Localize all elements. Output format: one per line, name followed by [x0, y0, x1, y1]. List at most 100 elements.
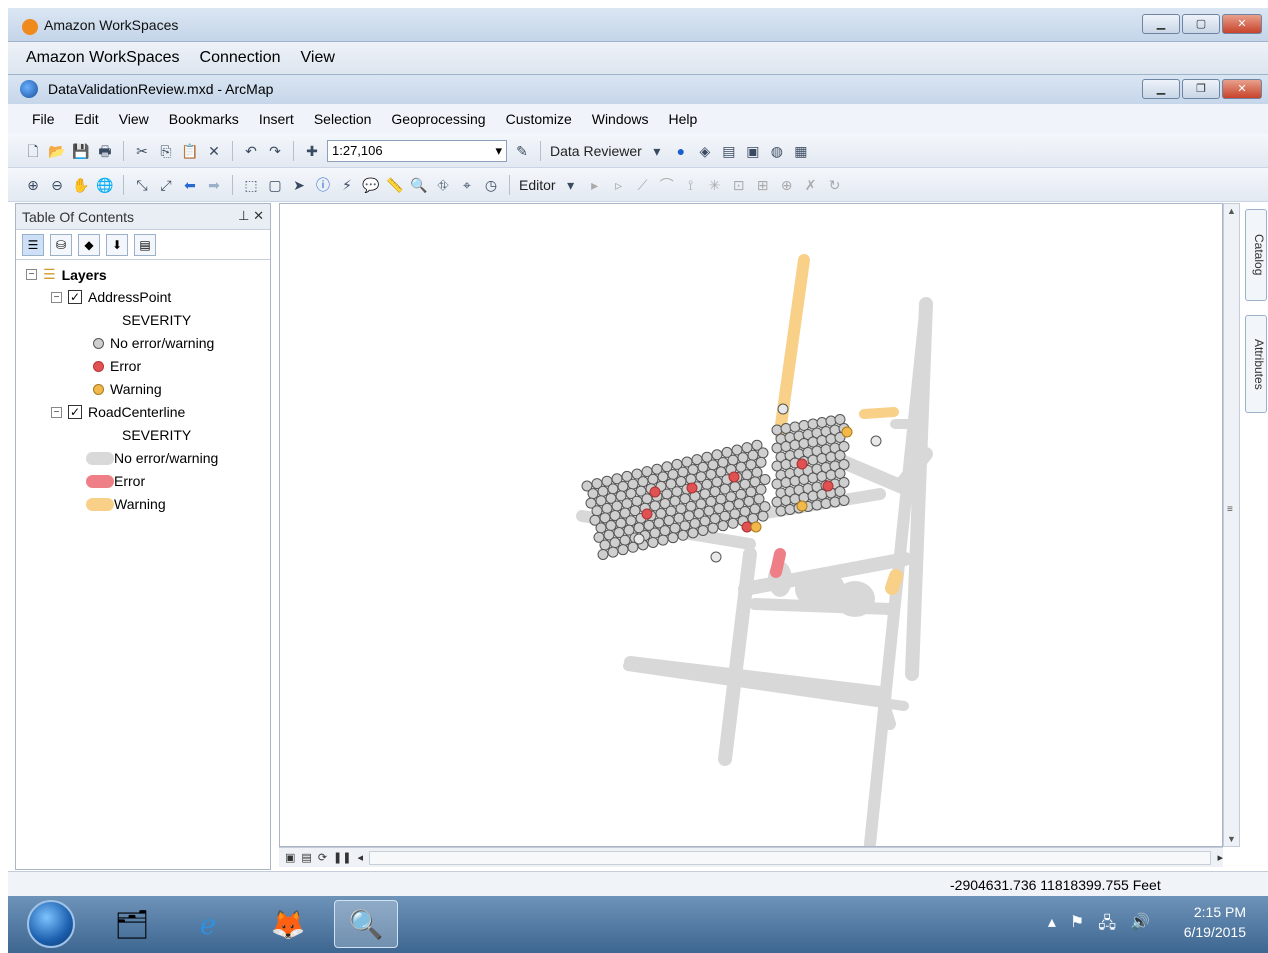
address-point[interactable]: [789, 421, 801, 433]
reviewer-window-icon[interactable]: ▣: [744, 142, 762, 160]
forward-arrow-icon[interactable]: ➡: [205, 176, 223, 194]
toc-layer-addresspoint[interactable]: − ✓ AddressPoint: [51, 289, 171, 305]
address-point[interactable]: [727, 517, 739, 529]
address-point[interactable]: [838, 441, 850, 452]
editor-toolbar-icon[interactable]: ✎: [513, 142, 531, 160]
open-folder-icon[interactable]: 📂: [48, 142, 66, 160]
address-point[interactable]: [595, 522, 607, 534]
address-point[interactable]: [587, 488, 599, 500]
options-icon[interactable]: ▤: [134, 233, 156, 256]
collapse-icon[interactable]: −: [51, 406, 62, 418]
address-point[interactable]: [816, 489, 828, 500]
clear-selection-icon[interactable]: ▢: [266, 176, 284, 194]
address-point[interactable]: [798, 438, 810, 449]
file-explorer-icon[interactable]: 🗂: [100, 900, 164, 948]
address-point[interactable]: [605, 520, 617, 532]
add-data-icon[interactable]: ✚: [303, 142, 321, 160]
menu-customize[interactable]: Customize: [506, 111, 572, 127]
road-warning[interactable]: [859, 407, 899, 419]
address-point[interactable]: [621, 498, 633, 510]
address-point[interactable]: [825, 415, 837, 427]
address-point[interactable]: [687, 464, 699, 476]
address-point[interactable]: [633, 533, 645, 545]
address-point[interactable]: [689, 517, 701, 529]
volume-icon[interactable]: 🔊: [1130, 912, 1150, 939]
scroll-thumb[interactable]: [369, 850, 1212, 865]
fixed-zoom-in-icon[interactable]: ⤡: [133, 176, 151, 194]
address-point[interactable]: [749, 503, 761, 515]
address-point[interactable]: [695, 498, 707, 510]
address-point[interactable]: [607, 546, 619, 558]
address-point[interactable]: [637, 476, 649, 488]
address-point[interactable]: [735, 488, 747, 500]
address-point[interactable]: [755, 484, 767, 496]
collapse-icon[interactable]: −: [51, 291, 62, 303]
menu-help[interactable]: Help: [669, 111, 698, 127]
address-point[interactable]: [771, 442, 783, 454]
address-point[interactable]: [611, 500, 623, 512]
address-point[interactable]: [699, 515, 711, 527]
zoom-out-icon[interactable]: ⊖: [48, 176, 66, 194]
address-point[interactable]: [820, 498, 832, 509]
select-elements-icon[interactable]: ➤: [290, 176, 308, 194]
map-horizontal-scrollbar[interactable]: ▣ ▤ ⟳ ❚❚ ◂ ▸: [279, 847, 1223, 867]
address-point[interactable]: [870, 435, 882, 447]
minimize-button[interactable]: ▁: [1142, 14, 1180, 34]
address-point[interactable]: [798, 474, 810, 485]
address-point[interactable]: [657, 471, 669, 483]
address-point[interactable]: [771, 478, 783, 490]
address-point[interactable]: [796, 458, 808, 470]
address-point[interactable]: [816, 471, 828, 482]
editor-menu[interactable]: Editor: [519, 177, 556, 193]
reviewer-session-icon[interactable]: ●: [672, 142, 690, 160]
legend-class[interactable]: No error/warning: [86, 450, 218, 466]
address-point[interactable]: [677, 529, 689, 541]
data-reviewer-menu[interactable]: Data Reviewer: [550, 143, 642, 159]
address-point[interactable]: [807, 418, 819, 430]
address-point[interactable]: [789, 475, 801, 487]
arcmap-close-button[interactable]: ✕: [1222, 79, 1262, 99]
address-point[interactable]: [838, 495, 850, 506]
address-point[interactable]: [834, 486, 846, 497]
address-point[interactable]: [807, 436, 819, 448]
legend-class[interactable]: Warning: [93, 381, 162, 397]
road-blob[interactable]: [835, 581, 875, 617]
address-point[interactable]: [747, 449, 759, 461]
pan-hand-icon[interactable]: ✋: [72, 176, 90, 194]
address-point[interactable]: [709, 513, 721, 525]
address-point[interactable]: [625, 515, 637, 527]
rotate-icon[interactable]: ↻: [826, 176, 844, 194]
address-point[interactable]: [661, 488, 673, 500]
address-point[interactable]: [777, 403, 789, 415]
toc-layers-root[interactable]: − ☰ Layers: [26, 266, 107, 283]
address-point[interactable]: [647, 536, 659, 548]
address-point[interactable]: [757, 510, 769, 522]
select-features-icon[interactable]: ⬚: [242, 176, 260, 194]
address-point[interactable]: [717, 456, 729, 468]
address-point[interactable]: [597, 548, 609, 560]
address-point[interactable]: [619, 534, 631, 546]
address-point[interactable]: [771, 424, 783, 436]
address-point[interactable]: [757, 447, 769, 459]
reviewer-table-icon[interactable]: ▤: [720, 142, 738, 160]
address-point[interactable]: [671, 486, 683, 498]
address-point[interactable]: [677, 466, 689, 478]
menu-edit[interactable]: Edit: [75, 111, 99, 127]
address-point[interactable]: [727, 454, 739, 466]
firefox-icon[interactable]: 🦊: [256, 900, 320, 948]
address-point[interactable]: [798, 420, 810, 431]
legend-class[interactable]: No error/warning: [93, 335, 214, 351]
scroll-left-icon[interactable]: ◂: [357, 851, 363, 864]
address-point[interactable]: [780, 423, 792, 434]
address-point[interactable]: [649, 527, 661, 539]
toc-layer-roadcenterline[interactable]: − ✓ RoadCenterline: [51, 404, 185, 420]
address-point[interactable]: [796, 500, 808, 512]
address-point[interactable]: [686, 482, 698, 494]
road-warning[interactable]: [885, 569, 903, 595]
paste-icon[interactable]: 📋: [181, 142, 199, 160]
reviewer-results-icon[interactable]: ▦: [792, 142, 810, 160]
menu-bookmarks[interactable]: Bookmarks: [169, 111, 239, 127]
menu-connection[interactable]: Connection: [200, 49, 281, 67]
address-point[interactable]: [807, 472, 819, 484]
identify-icon[interactable]: ⓘ: [314, 176, 332, 194]
